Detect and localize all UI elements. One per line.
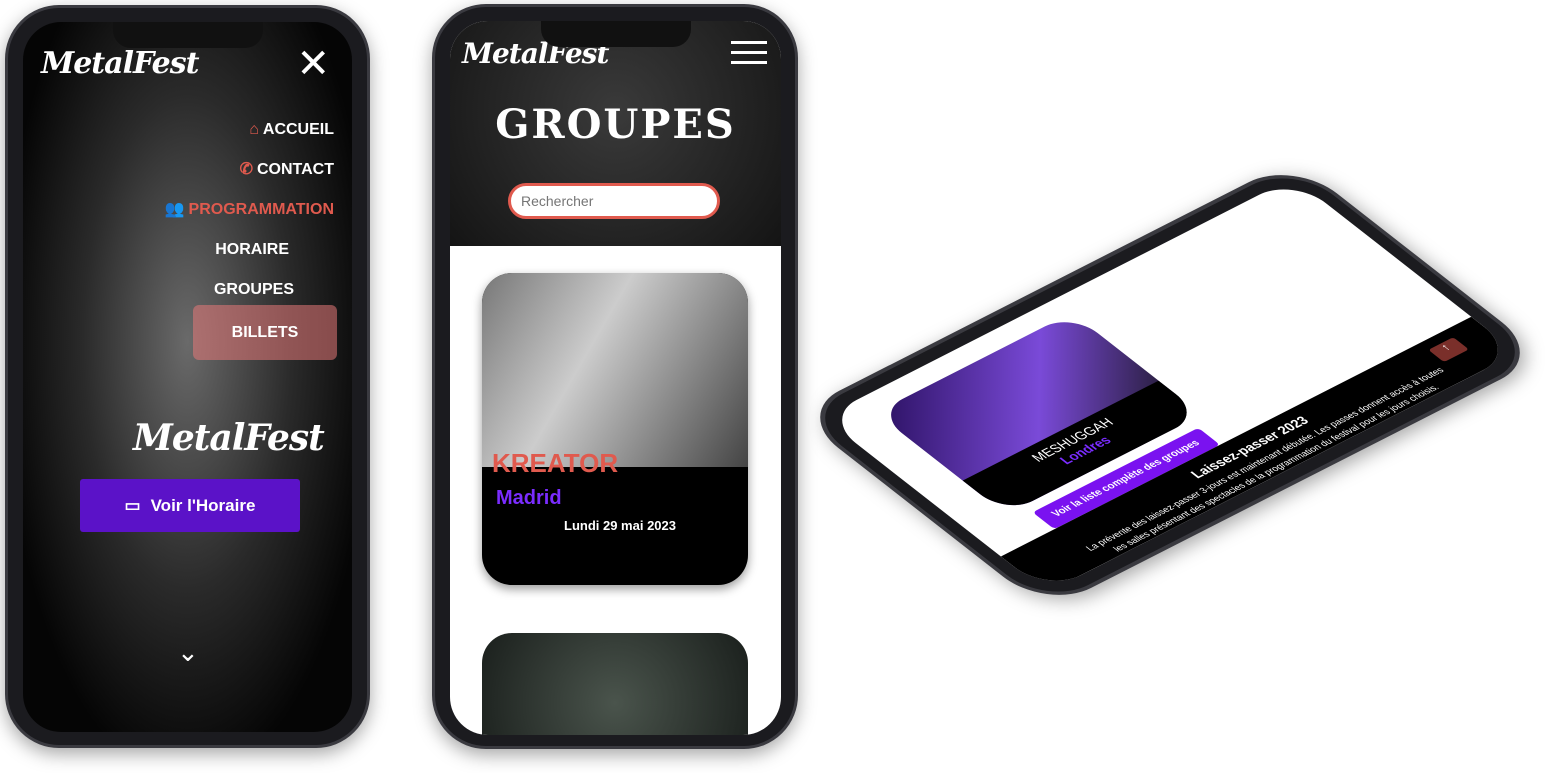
phone-icon: ✆ xyxy=(239,161,253,178)
menu-item-contact[interactable]: ✆ CONTACT xyxy=(165,150,334,190)
page-title: GROUPES xyxy=(495,101,736,148)
users-icon: 👥 xyxy=(164,201,185,218)
button-label: Voir l'Horaire xyxy=(150,495,256,515)
phone-groupes-mockup: MetalFest GROUPES KREATOR Madrid Lundi 2… xyxy=(432,4,798,749)
hamburger-menu-icon[interactable] xyxy=(731,41,767,71)
calendar-icon: ▭ xyxy=(124,495,141,515)
billets-button[interactable]: BILLETS xyxy=(193,305,337,360)
phone-tilted-mockup: MESHUGGAH Londres Voir la liste complète … xyxy=(794,140,1546,640)
notch xyxy=(540,21,691,47)
logo: MetalFest xyxy=(41,46,199,81)
menu-item-programmation[interactable]: 👥 PROGRAMMATION xyxy=(165,190,334,230)
search-input[interactable] xyxy=(508,183,720,219)
close-icon[interactable]: ✕ xyxy=(296,44,330,84)
phone-body: MESHUGGAH Londres Voir la liste complète … xyxy=(794,159,1546,611)
menu-item-accueil[interactable]: ⌂ ACCUEIL xyxy=(165,110,334,150)
menu-label: GROUPES xyxy=(213,281,294,298)
band-card[interactable]: KREATOR Madrid Lundi 29 mai 2023 xyxy=(482,273,748,585)
band-date: Lundi 29 mai 2023 xyxy=(564,518,676,533)
menu-item-horaire[interactable]: HORAIRE xyxy=(165,230,334,270)
hero-logo: MetalFest xyxy=(133,417,325,459)
menu-label: HORAIRE xyxy=(215,241,289,258)
band-name: KREATOR xyxy=(492,448,619,478)
header: MetalFest GROUPES xyxy=(450,21,781,246)
groupes-screen: MetalFest GROUPES KREATOR Madrid Lundi 2… xyxy=(450,21,781,735)
nav-menu: ⌂ ACCUEIL ✆ CONTACT 👥 PROGRAMMATION HORAIRE… xyxy=(165,110,334,310)
band-photo xyxy=(482,273,748,467)
menu-label: CONTACT xyxy=(256,161,334,178)
home-screen: MESHUGGAH Londres Voir la liste complète … xyxy=(822,177,1518,593)
voir-horaire-button[interactable]: ▭ Voir l'Horaire xyxy=(80,479,300,532)
menu-label: ACCUEIL xyxy=(262,121,334,138)
menu-label: PROGRAMMATION xyxy=(188,201,334,218)
chevron-down-icon[interactable]: ⌄ xyxy=(177,637,199,668)
phone-menu-mockup: MetalFest ✕ ⌂ ACCUEIL ✆ CONTACT 👥 PROGRAMMA… xyxy=(5,5,370,748)
menu-item-groupes[interactable]: GROUPES xyxy=(165,270,334,310)
home-icon: ⌂ xyxy=(249,121,259,138)
band-card[interactable] xyxy=(482,633,748,735)
menu-screen: MetalFest ✕ ⌂ ACCUEIL ✆ CONTACT 👥 PROGRAMMA… xyxy=(23,22,352,732)
notch xyxy=(112,22,263,48)
band-city: Madrid xyxy=(496,487,562,509)
